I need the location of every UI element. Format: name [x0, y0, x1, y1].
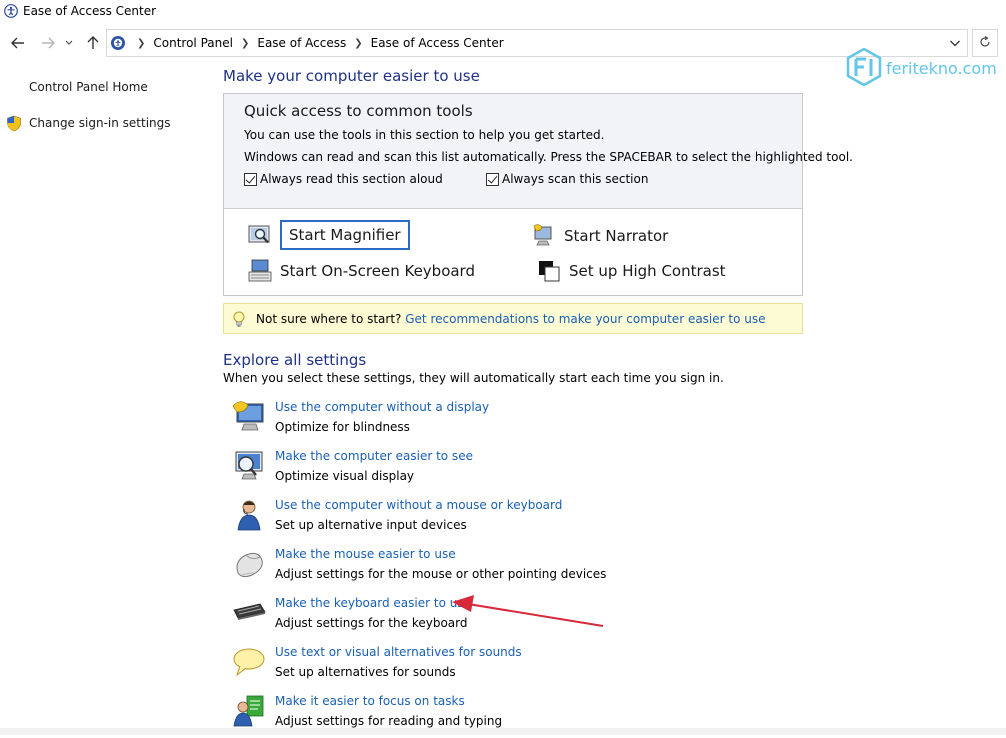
make-keyboard-easier-link[interactable]: Make the keyboard easier to use: [275, 596, 471, 610]
forward-arrow-icon[interactable]: [38, 33, 58, 53]
recommendation-tip-bar: Not sure where to start? Get recommendat…: [223, 303, 803, 334]
quick-access-panel: Quick access to common tools You can use…: [223, 93, 853, 296]
always-read-checkbox-row[interactable]: Always read this section aloud: [244, 172, 443, 186]
focus-on-tasks-icon: [232, 694, 266, 728]
quick-access-scan-info: Windows can read and scan this list auto…: [244, 150, 853, 164]
lightbulb-icon: [232, 311, 246, 331]
item-description: Set up alternative input devices: [275, 518, 467, 532]
always-scan-checkbox-row[interactable]: Always scan this section: [486, 172, 648, 186]
feritekno-logo-icon: [846, 47, 882, 89]
quick-access-header: Quick access to common tools You can use…: [224, 94, 853, 209]
make-computer-easier-to-see-link[interactable]: Make the computer easier to see: [275, 449, 473, 463]
list-item: Use the computer without a mouse or keyb…: [232, 498, 652, 542]
person-headset-icon: [232, 498, 266, 532]
ease-of-access-icon: [4, 4, 18, 21]
control-panel-home-link[interactable]: Control Panel Home: [29, 80, 148, 94]
start-on-screen-keyboard-label[interactable]: Start On-Screen Keyboard: [280, 262, 475, 280]
list-item: Make the keyboard easier to use Adjust s…: [232, 596, 652, 640]
change-sign-in-settings-link[interactable]: Change sign-in settings: [29, 116, 171, 130]
explore-all-settings-heading: Explore all settings: [223, 351, 367, 369]
breadcrumb: ❯ Control Panel ❯ Ease of Access ❯ Ease …: [129, 30, 504, 56]
watermark-text: feritekno.com: [886, 59, 997, 78]
set-up-high-contrast-tool[interactable]: Set up High Contrast: [537, 259, 726, 283]
explore-description: When you select these settings, they wil…: [223, 371, 724, 385]
breadcrumb-ease-of-access-center[interactable]: Ease of Access Center: [371, 36, 504, 50]
start-on-screen-keyboard-tool[interactable]: Start On-Screen Keyboard: [248, 259, 475, 283]
start-magnifier-tool[interactable]: Start Magnifier: [248, 220, 410, 250]
always-read-label: Always read this section aloud: [260, 172, 443, 186]
item-description: Adjust settings for the mouse or other p…: [275, 567, 607, 581]
page-title: Make your computer easier to use: [223, 67, 480, 85]
set-up-high-contrast-label[interactable]: Set up High Contrast: [569, 262, 726, 280]
breadcrumb-control-panel[interactable]: Control Panel: [153, 36, 233, 50]
use-computer-without-display-link[interactable]: Use the computer without a display: [275, 400, 489, 414]
list-item: Make the mouse easier to use Adjust sett…: [232, 547, 652, 591]
list-item: Make the computer easier to see Optimize…: [232, 449, 652, 493]
narrator-icon: [532, 224, 556, 248]
start-narrator-tool[interactable]: Start Narrator: [532, 224, 668, 248]
chevron-right-icon[interactable]: ❯: [241, 38, 249, 49]
item-description: Optimize for blindness: [275, 420, 410, 434]
quick-access-title: Quick access to common tools: [244, 102, 473, 120]
back-arrow-icon[interactable]: [8, 33, 28, 53]
magnifier-icon: [248, 223, 272, 247]
easier-to-see-icon: [232, 449, 266, 483]
make-mouse-easier-link[interactable]: Make the mouse easier to use: [275, 547, 456, 561]
item-description: Optimize visual display: [275, 469, 415, 483]
uac-shield-icon: [6, 115, 22, 135]
quick-access-description: You can use the tools in this section to…: [244, 128, 605, 142]
list-item: Use text or visual alternatives for soun…: [232, 645, 652, 689]
breadcrumb-ease-of-access[interactable]: Ease of Access: [257, 36, 346, 50]
control-panel-icon: [110, 35, 126, 54]
high-contrast-icon: [537, 259, 561, 283]
use-without-mouse-or-keyboard-link[interactable]: Use the computer without a mouse or keyb…: [275, 498, 562, 512]
chevron-right-icon[interactable]: ❯: [354, 38, 362, 49]
item-description: Adjust settings for the keyboard: [275, 616, 468, 630]
keyboard-icon: [232, 596, 266, 630]
item-description: Adjust settings for reading and typing: [275, 714, 503, 728]
always-scan-label: Always scan this section: [502, 172, 649, 186]
window-title: Ease of Access Center: [23, 4, 157, 18]
tip-text: Not sure where to start?: [256, 312, 402, 326]
on-screen-keyboard-icon: [248, 259, 272, 283]
recent-pages-chevron-icon[interactable]: [62, 33, 76, 53]
start-magnifier-label[interactable]: Start Magnifier: [280, 220, 410, 250]
speech-bubble-icon: [232, 645, 266, 679]
mouse-icon: [232, 547, 266, 581]
horizontal-scrollbar[interactable]: [0, 728, 1006, 735]
watermark: feritekno.com: [846, 47, 997, 89]
get-recommendations-link[interactable]: Get recommendations to make your compute…: [405, 312, 765, 326]
always-read-checkbox[interactable]: [244, 172, 257, 186]
always-scan-checkbox[interactable]: [486, 172, 499, 186]
up-arrow-icon[interactable]: [83, 33, 103, 53]
chevron-right-icon[interactable]: ❯: [137, 38, 145, 49]
text-visual-alternatives-link[interactable]: Use text or visual alternatives for soun…: [275, 645, 522, 659]
title-bar: Ease of Access Center: [0, 0, 1006, 24]
no-display-icon: [232, 400, 266, 434]
focus-on-tasks-link[interactable]: Make it easier to focus on tasks: [275, 694, 465, 708]
start-narrator-label[interactable]: Start Narrator: [564, 227, 668, 245]
address-bar[interactable]: ❯ Control Panel ❯ Ease of Access ❯ Ease …: [106, 29, 968, 57]
item-description: Set up alternatives for sounds: [275, 665, 456, 679]
list-item: Use the computer without a display Optim…: [232, 400, 652, 444]
